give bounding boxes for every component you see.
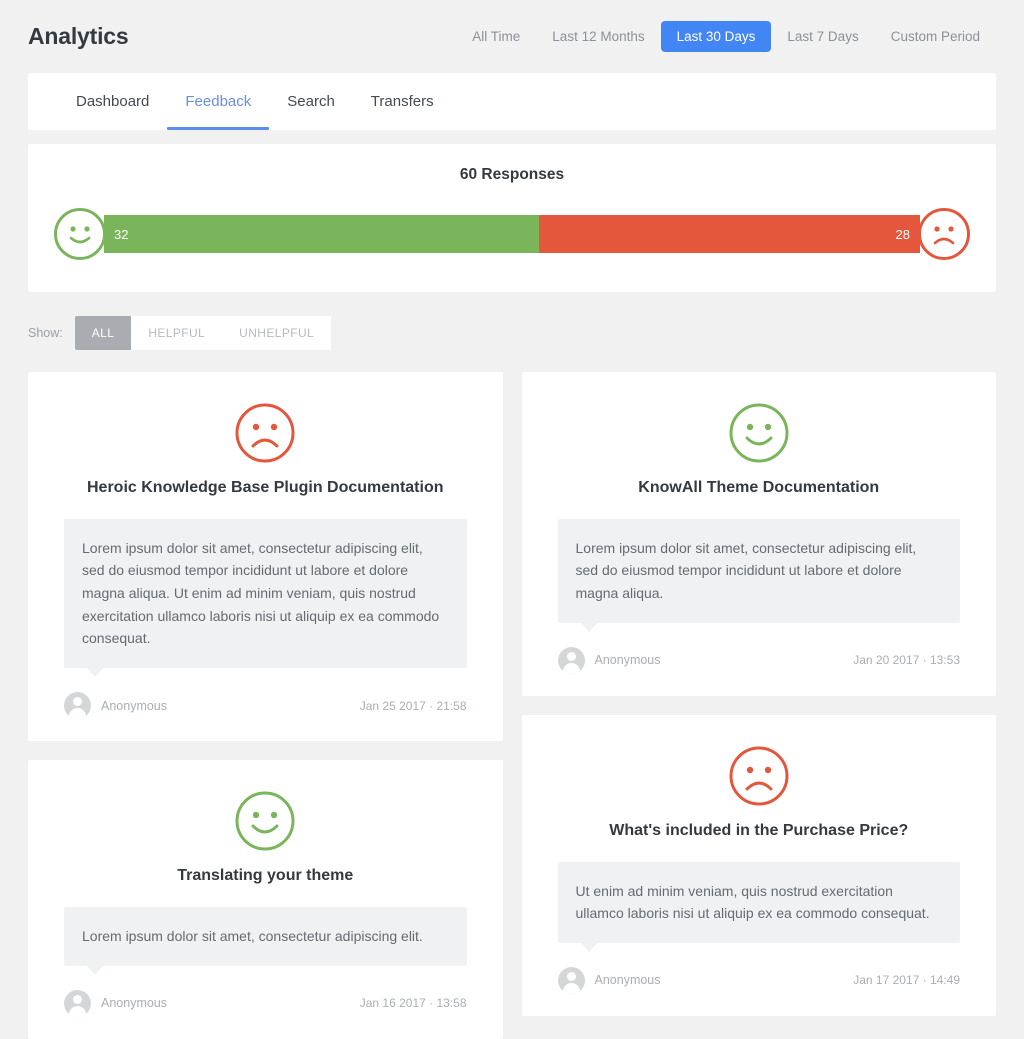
feedback-date: Jan 20 2017 · 13:53 [853,653,960,668]
feedback-date: Jan 17 2017 · 14:49 [853,973,960,988]
period-button-last-7-days[interactable]: Last 7 Days [771,21,874,53]
responses-bar-row: 32 28 [54,206,970,262]
show-filter-row: Show: ALL HELPFUL UNHELPFUL [0,292,1024,350]
smiley-happy-icon [729,403,789,463]
feedback-comment-bubble: Lorem ipsum dolor sit amet, consectetur … [557,518,960,632]
feedback-footer: Anonymous Jan 17 2017 · 14:49 [557,966,960,994]
smiley-happy-icon [235,791,295,851]
feedback-sentiment [64,790,467,852]
feedback-comment-text: Lorem ipsum dolor sit amet, consectetur … [575,539,917,602]
period-button-custom-period[interactable]: Custom Period [875,21,996,53]
filter-button-helpful[interactable]: HELPFUL [131,316,222,350]
feedback-title: What's included in the Purchase Price? [609,821,909,839]
tabbar: Dashboard Feedback Search Transfers [28,73,996,130]
feedback-comment-text: Lorem ipsum dolor sit amet, consectetur … [82,539,440,647]
feedback-date: Jan 16 2017 · 13:58 [359,996,467,1011]
smiley-sad-icon [729,746,789,806]
filter-button-all[interactable]: ALL [74,316,132,350]
tab-transfers[interactable]: Transfers [353,73,452,130]
feedback-card[interactable]: Translating your theme Lorem ipsum dolor… [28,760,503,1039]
tab-search[interactable]: Search [269,73,353,130]
responses-bar-track: 32 28 [104,215,920,253]
feedback-sentiment [558,745,961,807]
feedback-comment-bubble: Lorem ipsum dolor sit amet, consectetur … [64,906,467,975]
smiley-sad-icon [235,403,295,463]
feedback-title: KnowAll Theme Documentation [638,479,880,496]
app-header: Analytics All Time Last 12 Months Last 3… [0,0,1024,73]
feedback-author: Anonymous [594,653,661,668]
responses-total-label: 60 Responses [459,166,565,183]
feedback-sentiment [64,402,467,464]
feedback-comment-bubble: Ut enim ad minim veniam, quis nostrud ex… [557,861,960,953]
filter-button-unhelpful[interactable]: UNHELPFUL [222,316,331,350]
responses-panel: 60 Responses 32 28 [28,144,996,292]
period-button-last-12-months[interactable]: Last 12 Months [536,21,660,53]
tabbar-container: Dashboard Feedback Search Transfers [0,73,1024,130]
smiley-sad-icon [918,208,970,260]
page-title: Analytics [28,23,129,49]
feedback-date: Jan 25 2017 · 21:58 [359,698,467,713]
feedback-sentiment [558,402,961,464]
positive-count-label: 32 [114,226,129,242]
responses-bar-positive[interactable]: 32 [104,215,539,253]
period-filter-nav: All Time Last 12 Months Last 30 Days Las… [456,20,996,53]
feedback-footer: Anonymous Jan 16 2017 · 13:58 [64,989,467,1017]
tab-feedback[interactable]: Feedback [167,73,270,130]
show-filter-group: ALL HELPFUL UNHELPFUL [74,316,332,350]
avatar [64,989,91,1017]
tab-dashboard[interactable]: Dashboard [58,73,167,130]
feedback-author: Anonymous [594,973,661,988]
feedback-footer: Anonymous Jan 25 2017 · 21:58 [64,692,467,720]
feedback-column-right: KnowAll Theme Documentation Lorem ipsum … [521,372,996,1016]
feedback-author: Anonymous [101,996,168,1011]
avatar [64,692,91,720]
avatar [557,646,585,674]
feedback-card-grid: Heroic Knowledge Base Plugin Documentati… [0,350,1024,1039]
feedback-card[interactable]: What's included in the Purchase Price? U… [521,714,996,1016]
feedback-comment-text: Lorem ipsum dolor sit amet, consectetur … [82,927,423,944]
negative-count-label: 28 [895,226,910,242]
feedback-title: Heroic Knowledge Base Plugin Documentati… [87,479,444,496]
feedback-author: Anonymous [101,698,168,713]
feedback-column-left: Heroic Knowledge Base Plugin Documentati… [28,372,503,1039]
period-button-last-30-days[interactable]: Last 30 Days [660,20,772,53]
feedback-comment-bubble: Lorem ipsum dolor sit amet, consectetur … [64,518,467,678]
period-button-all-time[interactable]: All Time [456,21,536,53]
avatar [557,966,585,994]
responses-bar-negative[interactable]: 28 [538,215,920,253]
feedback-title: Translating your theme [177,867,354,885]
responses-summary-container: 60 Responses 32 28 [0,130,1024,292]
show-filter-label: Show: [28,326,63,340]
feedback-card[interactable]: Heroic Knowledge Base Plugin Documentati… [28,372,503,742]
feedback-card[interactable]: KnowAll Theme Documentation Lorem ipsum … [521,372,996,696]
feedback-comment-text: Ut enim ad minim veniam, quis nostrud ex… [575,882,930,922]
feedback-footer: Anonymous Jan 20 2017 · 13:53 [557,646,960,674]
smiley-happy-icon [54,208,106,260]
